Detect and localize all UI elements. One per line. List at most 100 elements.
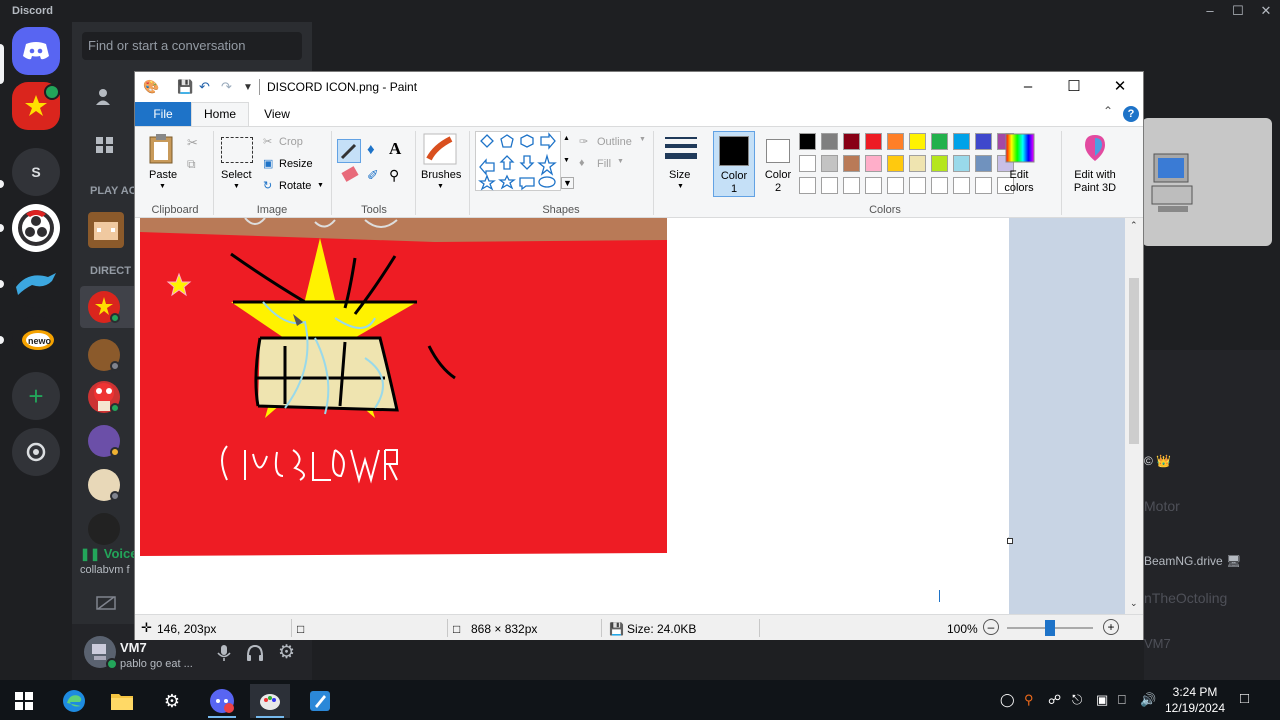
minimize-icon[interactable]: – xyxy=(1196,2,1224,20)
palette-swatch[interactable] xyxy=(843,177,860,194)
shapes-scroll-down-icon[interactable]: ▼ xyxy=(563,157,570,164)
discord-home-icon[interactable] xyxy=(12,27,60,75)
select-icon[interactable] xyxy=(221,137,253,163)
shapes-expand-icon[interactable]: ▼ xyxy=(561,177,574,189)
palette-swatch[interactable] xyxy=(931,133,948,150)
rotate-button[interactable]: Rotate xyxy=(279,180,311,192)
file-explorer-icon[interactable] xyxy=(102,684,142,718)
size-icon[interactable] xyxy=(665,135,697,163)
scroll-down-icon[interactable]: ⌄ xyxy=(1130,598,1138,609)
microphone-icon[interactable] xyxy=(216,644,232,662)
headphones-icon[interactable] xyxy=(246,644,264,662)
fill-button[interactable]: Fill xyxy=(597,158,611,170)
pencil-tool[interactable] xyxy=(337,139,361,163)
settings-icon[interactable]: ⚙ xyxy=(152,684,192,718)
scroll-up-icon[interactable]: ⌃ xyxy=(1130,220,1138,231)
cut-icon[interactable]: ✂ xyxy=(187,135,198,151)
palette-swatch[interactable] xyxy=(953,155,970,172)
paint-taskbar-icon[interactable] xyxy=(250,684,290,718)
palette-swatch[interactable] xyxy=(799,133,816,150)
dm-item[interactable] xyxy=(80,376,140,418)
settings-gear-icon[interactable]: ⚙ xyxy=(278,643,298,663)
dolphin-server-icon[interactable] xyxy=(12,260,60,308)
friends-icon[interactable] xyxy=(94,86,116,108)
palette-swatch[interactable] xyxy=(865,177,882,194)
brushes-dropdown-icon[interactable]: ▼ xyxy=(437,183,444,190)
help-icon[interactable]: ? xyxy=(1123,106,1139,122)
shapes-gallery[interactable] xyxy=(475,131,561,191)
activity-card[interactable] xyxy=(1142,118,1272,246)
discord-taskbar-icon[interactable] xyxy=(202,684,242,718)
palette-swatch[interactable] xyxy=(821,177,838,194)
brushes-button[interactable]: Brushes xyxy=(421,169,461,181)
palette-swatch[interactable] xyxy=(909,155,926,172)
palette-swatch[interactable] xyxy=(931,155,948,172)
resize-button[interactable]: Resize xyxy=(279,158,313,170)
palette-swatch[interactable] xyxy=(821,155,838,172)
paint3d-taskbar-icon[interactable] xyxy=(300,684,340,718)
color-picker-icon[interactable]: ✐ xyxy=(367,167,379,184)
explore-icon[interactable] xyxy=(12,428,60,476)
rotate-icon[interactable]: ↻ xyxy=(263,179,272,192)
palette-swatch[interactable] xyxy=(909,133,926,150)
system-clock[interactable]: 3:24 PM 12/19/2024 xyxy=(1160,684,1230,716)
palette-swatch[interactable] xyxy=(865,155,882,172)
volume-icon[interactable]: 🔊 xyxy=(1140,692,1156,708)
clipboard-icon[interactable] xyxy=(147,133,177,165)
voice-connected-panel[interactable]: ❚❚ Voice collabvm f xyxy=(80,546,140,580)
palette-swatch[interactable] xyxy=(953,177,970,194)
resize-icon[interactable]: ▣ xyxy=(263,157,273,170)
zoom-in-icon[interactable]: + xyxy=(1103,619,1119,635)
color1-button[interactable]: Color 1 xyxy=(713,131,755,197)
palette-swatch[interactable] xyxy=(953,133,970,150)
close-icon[interactable]: ✕ xyxy=(1252,2,1280,20)
palette-swatch[interactable] xyxy=(909,177,926,194)
zoom-slider-thumb[interactable] xyxy=(1045,620,1055,636)
maximize-icon[interactable]: ☐ xyxy=(1051,72,1097,102)
network-icon[interactable]: ⎕ xyxy=(1118,692,1126,708)
palette-swatch[interactable] xyxy=(843,133,860,150)
palette-swatch[interactable] xyxy=(975,155,992,172)
screen-share-icon[interactable] xyxy=(96,596,116,610)
size-button[interactable]: Size xyxy=(669,169,690,181)
eraser-icon[interactable] xyxy=(341,166,359,182)
zoom-slider[interactable] xyxy=(1007,620,1093,636)
activity-avatar[interactable] xyxy=(88,212,124,248)
crop-icon[interactable]: ✂ xyxy=(263,135,272,148)
fill-bucket-icon[interactable]: ♦ xyxy=(367,141,375,158)
action-icon[interactable]: ▣ xyxy=(1096,692,1108,708)
magnifier-icon[interactable]: ⚲ xyxy=(389,167,399,184)
paste-button[interactable]: Paste xyxy=(149,169,177,181)
palette-swatch[interactable] xyxy=(931,177,948,194)
tab-file[interactable]: File xyxy=(135,102,191,126)
size-dropdown-icon[interactable]: ▼ xyxy=(677,183,684,190)
maximize-icon[interactable]: ☐ xyxy=(1224,2,1252,20)
search-input[interactable]: Find or start a conversation xyxy=(82,32,302,60)
palette-swatch[interactable] xyxy=(887,155,904,172)
tab-home[interactable]: Home xyxy=(191,102,249,127)
server-s[interactable]: S xyxy=(12,148,60,196)
palette-swatch[interactable] xyxy=(821,133,838,150)
newgrounds-server-icon[interactable]: newo xyxy=(12,316,60,364)
edit-colors-icon[interactable] xyxy=(1005,133,1035,163)
status-circle-icon[interactable]: ◯ xyxy=(1000,692,1015,708)
palette-swatch[interactable] xyxy=(887,133,904,150)
tab-view[interactable]: View xyxy=(249,102,305,126)
edge-icon[interactable] xyxy=(54,684,94,718)
dm-item[interactable] xyxy=(80,286,140,328)
usb-icon[interactable]: ⎋ xyxy=(1072,692,1082,708)
nitro-icon[interactable] xyxy=(94,134,116,156)
security-icon[interactable]: ☍ xyxy=(1048,692,1061,708)
search-icon[interactable]: ⚲ xyxy=(1024,692,1034,708)
collapse-ribbon-icon[interactable]: ⌃ xyxy=(1103,104,1113,118)
dm-item[interactable] xyxy=(80,420,140,462)
dm-item[interactable] xyxy=(80,464,140,506)
paste-dropdown-icon[interactable]: ▼ xyxy=(159,183,166,190)
rotate-dropdown-icon[interactable]: ▼ xyxy=(317,182,324,189)
outline-dropdown-icon[interactable]: ▼ xyxy=(639,136,646,143)
palette-swatch[interactable] xyxy=(799,177,816,194)
brushes-icon[interactable] xyxy=(423,133,457,165)
scrollbar-thumb[interactable] xyxy=(1129,278,1139,444)
minimize-icon[interactable]: – xyxy=(1005,72,1051,102)
vertical-scrollbar[interactable]: ⌃ ⌄ xyxy=(1125,218,1143,614)
